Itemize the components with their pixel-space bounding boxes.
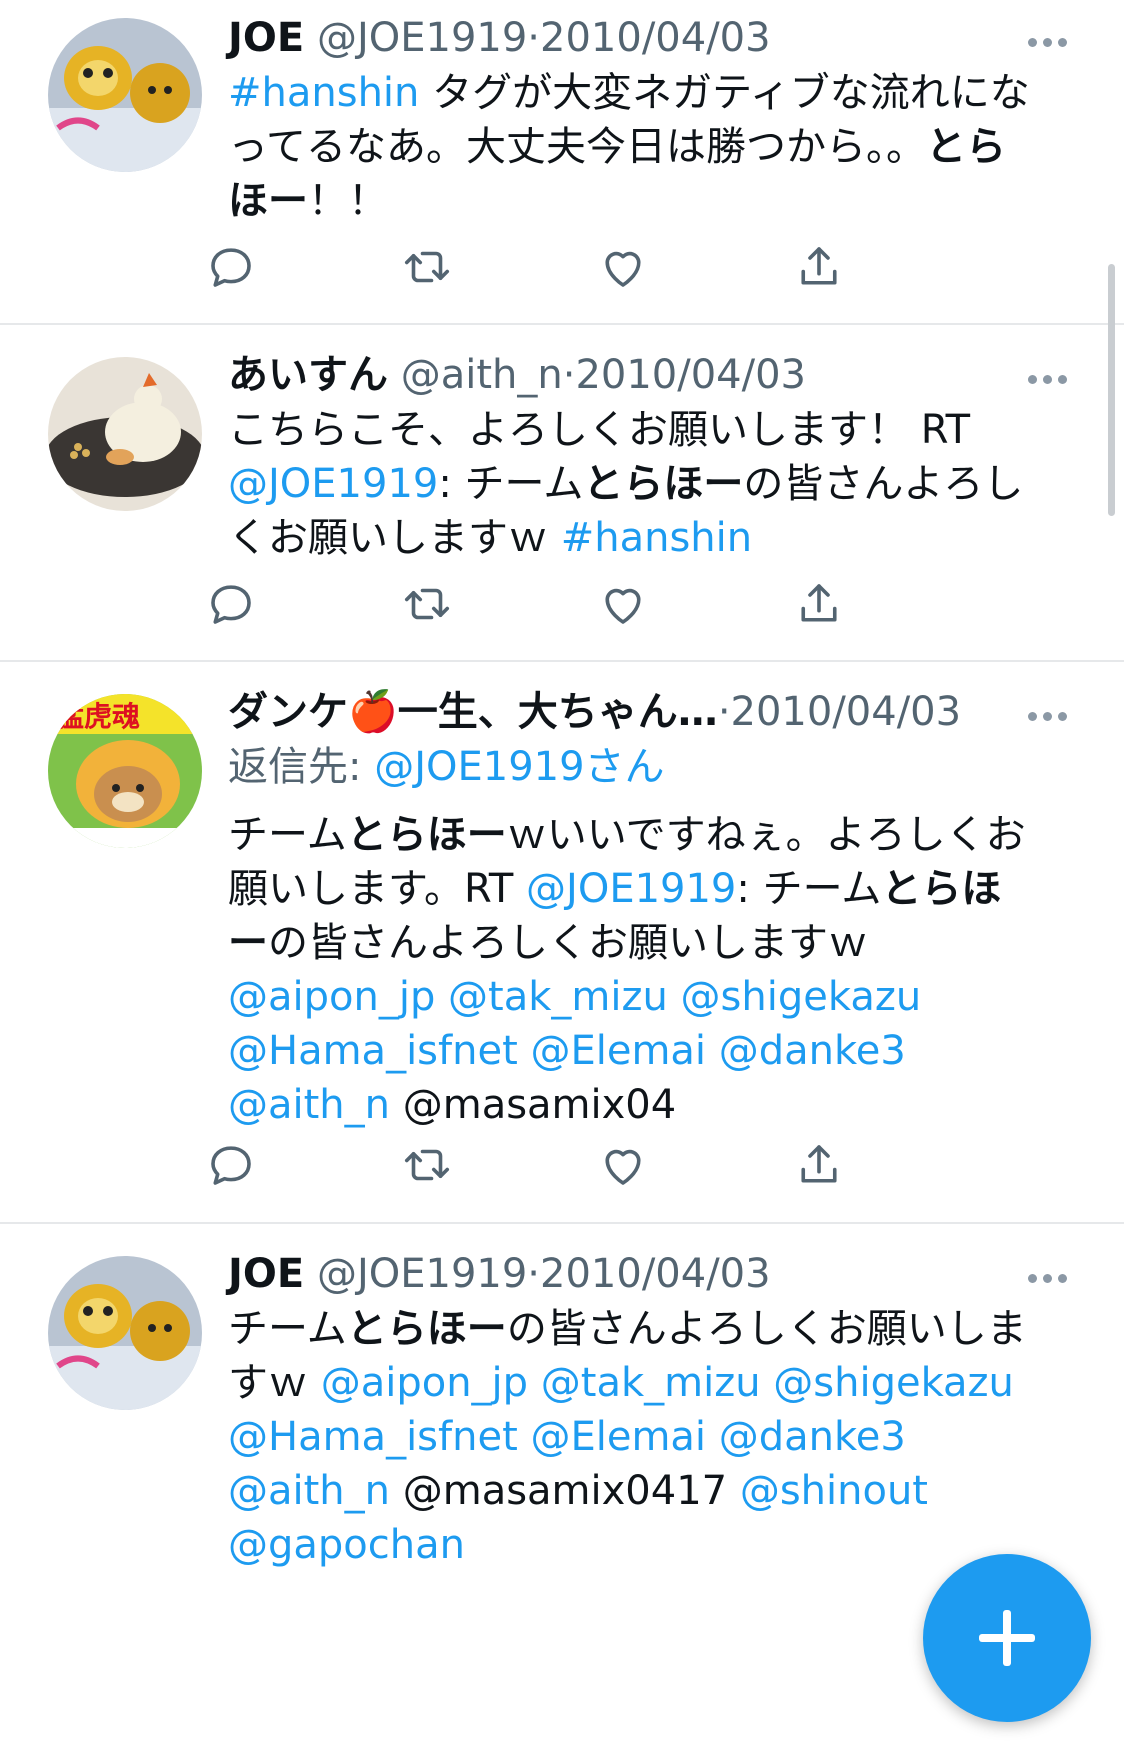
avatar-joe[interactable]	[48, 1256, 202, 1410]
tweet-text-line: @JOE1919: チームとらほーの皆さんよろし	[228, 461, 1024, 507]
tweet-actions	[211, 1138, 948, 1198]
reply-icon[interactable]	[204, 577, 258, 631]
tweet-text-line: すｗ @aipon_jp @tak_mizu @shigekazu	[228, 1360, 1014, 1406]
tweet-text-line: @aith_n @masamix0417 @shinout	[228, 1468, 928, 1514]
avatar-danke[interactable]: 猛虎魂	[48, 694, 202, 848]
tweet-date[interactable]: 2010/04/03	[540, 15, 771, 61]
tweet-text-line: チームとらほーの皆さんよろしくお願いしま	[228, 1306, 1027, 1352]
reply-icon[interactable]	[204, 1138, 258, 1192]
heart-icon[interactable]	[596, 240, 650, 294]
tweet[interactable]: あいすん @aith_n·2010/04/03 こちらこそ、よろしくお願いします…	[0, 325, 1124, 661]
compose-plus-icon	[979, 1610, 1035, 1666]
tweet-text-line: @aith_n @masamix04	[228, 1082, 677, 1128]
share-icon[interactable]	[792, 240, 846, 294]
tweet[interactable]: JOE @JOE1919·2010/04/03 #hanshin タグが大変ネガ…	[0, 0, 1124, 324]
tweet-header: ダンケ🍎一生、大ちゃん…·2010/04/03	[228, 684, 961, 740]
author-handle[interactable]: @JOE1919	[317, 1251, 527, 1297]
more-icon[interactable]	[1028, 1268, 1076, 1284]
share-icon[interactable]	[792, 1138, 846, 1192]
tweet-header: JOE @JOE1919·2010/04/03	[228, 10, 771, 66]
mention-link[interactable]: @JOE1919	[228, 461, 438, 507]
tweet-text-line: ーの皆さんよろしくお願いしますｗ	[228, 920, 868, 966]
avatar-aith[interactable]	[48, 357, 202, 511]
retweet-icon[interactable]	[400, 577, 454, 631]
tweet-text-line: ってるなあ。大丈夫今日は勝つから。。とら	[228, 124, 1006, 170]
tweet-date[interactable]: 2010/04/03	[731, 689, 962, 735]
reply-context: 返信先: @JOE1919さん	[228, 744, 665, 790]
scrollbar[interactable]	[1108, 264, 1115, 516]
tweet-text-line: くお願いしますｗ #hanshin	[228, 515, 753, 561]
tweet-text-line: チームとらほーｗいいですねぇ。よろしくお	[228, 812, 1026, 858]
tweet-text-line: #hanshin タグが大変ネガティブな流れにな	[228, 70, 1030, 116]
tweet-actions	[211, 240, 948, 300]
meta-separator: ·	[527, 15, 541, 61]
tweet-header: あいすん @aith_n·2010/04/03	[228, 347, 806, 403]
heart-icon[interactable]	[596, 1138, 650, 1192]
tweet-date[interactable]: 2010/04/03	[540, 1251, 771, 1297]
meta-separator: ·	[717, 689, 731, 735]
tweet-actions	[211, 577, 948, 637]
share-icon[interactable]	[792, 577, 846, 631]
more-icon[interactable]	[1028, 32, 1076, 48]
author-name[interactable]: JOE	[228, 1251, 304, 1297]
author-handle[interactable]: @aith_n	[401, 352, 563, 398]
tweet[interactable]: 猛虎魂 ダンケ🍎一生、大ちゃん…·2010/04/03 返信先: @JOE191…	[0, 662, 1124, 1222]
tweet-text-line: 願いします。RT @JOE1919: チームとらほ	[228, 866, 1002, 912]
mention-links[interactable]: @Hama_isfnet @Elemai @danke3	[228, 1022, 906, 1080]
reply-to-link[interactable]: @JOE1919さん	[374, 744, 664, 790]
retweet-icon[interactable]	[400, 240, 454, 294]
author-handle[interactable]: @JOE1919	[317, 15, 527, 61]
mention-link[interactable]: @JOE1919	[526, 866, 736, 912]
mention-links[interactable]: @aipon_jp @tak_mizu @shigekazu	[321, 1360, 1014, 1406]
tweet-header: JOE @JOE1919·2010/04/03	[228, 1246, 771, 1302]
author-name[interactable]: あいすん	[228, 352, 388, 398]
more-icon[interactable]	[1028, 369, 1076, 385]
meta-separator: ·	[562, 352, 576, 398]
author-name[interactable]: ダンケ🍎一生、大ちゃん…	[228, 689, 718, 735]
mention-links[interactable]: @aipon_jp @tak_mizu @shigekazu	[228, 968, 921, 1026]
mention-link[interactable]: @shinout	[740, 1468, 928, 1514]
hashtag-link[interactable]: #hanshin	[561, 515, 752, 561]
compose-button[interactable]	[923, 1554, 1091, 1722]
heart-icon[interactable]	[596, 577, 650, 631]
meta-separator: ·	[527, 1251, 541, 1297]
mention-link[interactable]: @aith_n	[228, 1082, 390, 1128]
more-icon[interactable]	[1028, 706, 1076, 722]
tweet-text-line: こちらこそ、よろしくお願いします！ RT	[228, 407, 971, 453]
retweet-icon[interactable]	[400, 1138, 454, 1192]
reply-icon[interactable]	[204, 240, 258, 294]
avatar-joe[interactable]	[48, 18, 202, 172]
author-name[interactable]: JOE	[228, 15, 304, 61]
mention-link[interactable]: @aith_n	[228, 1468, 390, 1514]
tweet-text-line: ほー！！	[228, 178, 388, 224]
tweet-date[interactable]: 2010/04/03	[575, 352, 806, 398]
svg-text:猛虎魂: 猛虎魂	[56, 700, 140, 733]
mention-links[interactable]: @Hama_isfnet @Elemai @danke3	[228, 1408, 906, 1466]
mention-link[interactable]: @gapochan	[228, 1516, 465, 1574]
